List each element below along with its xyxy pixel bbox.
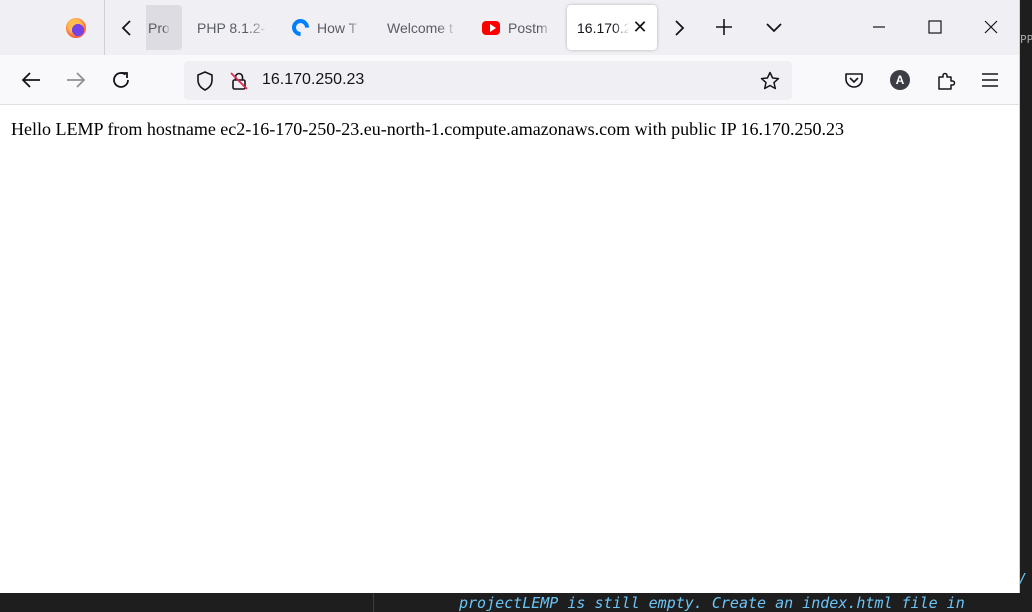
terminal-divider — [373, 593, 374, 612]
youtube-icon — [482, 19, 500, 37]
tab-label: Postm — [508, 19, 548, 36]
chevron-down-icon — [766, 23, 782, 33]
close-icon — [984, 20, 998, 34]
tracking-protection-shield-icon[interactable] — [194, 70, 216, 92]
address-bar[interactable]: 16.170.250.23 — [184, 61, 792, 100]
page-content: Hello LEMP from hostname ec2-16-170-250-… — [0, 106, 1019, 593]
account-button[interactable]: A — [889, 69, 911, 91]
tab-php[interactable]: PHP 8.1.2- — [197, 5, 269, 50]
maximize-window-button[interactable] — [922, 14, 948, 40]
terminal-right-edge-text: PP — [1020, 33, 1032, 46]
pocket-icon — [845, 73, 863, 88]
pocket-button[interactable] — [843, 69, 865, 91]
navigation-toolbar: 16.170.250.23 A — [0, 55, 1019, 105]
digitalocean-icon — [291, 15, 313, 40]
tab-label: Welcome t — [387, 19, 453, 36]
plus-icon — [716, 19, 732, 35]
tab-label: Pro — [148, 19, 170, 36]
insecure-lock-icon[interactable] — [228, 70, 250, 92]
app-menu-button[interactable] — [979, 69, 1001, 91]
maximize-icon — [928, 20, 942, 34]
scroll-tabs-left-button[interactable] — [115, 16, 139, 40]
terminal-right-edge — [1020, 0, 1032, 612]
minimize-icon — [873, 26, 885, 28]
extensions-button[interactable] — [934, 69, 958, 93]
chevron-right-icon — [675, 20, 685, 36]
back-button[interactable] — [18, 67, 44, 93]
arrow-right-icon — [67, 72, 86, 88]
bookmark-star-icon[interactable] — [759, 70, 781, 92]
tab-postman[interactable]: Postm — [482, 5, 554, 50]
arrow-left-icon — [21, 72, 40, 88]
url-text[interactable]: 16.170.250.23 — [262, 71, 364, 89]
hamburger-menu-icon — [982, 73, 998, 87]
close-window-button[interactable] — [978, 14, 1004, 40]
tab-welcome[interactable]: Welcome t — [387, 5, 459, 50]
tab-how-to[interactable]: How T — [291, 5, 363, 50]
tab-label: 16.170.2 — [577, 19, 629, 36]
new-tab-button[interactable] — [711, 14, 737, 40]
tab-label: PHP 8.1.2- — [197, 19, 266, 36]
tab-active[interactable]: 16.170.2 ✕ — [567, 5, 657, 50]
terminal-output-line: projectLEMP is still empty. Create an in… — [459, 594, 965, 612]
puzzle-piece-icon — [938, 72, 956, 90]
forward-button[interactable] — [63, 67, 89, 93]
tab-label: How T — [317, 19, 358, 36]
scroll-tabs-right-button[interactable] — [667, 16, 691, 40]
list-all-tabs-button[interactable] — [761, 15, 787, 41]
close-tab-icon[interactable]: ✕ — [629, 16, 651, 38]
avatar: A — [890, 70, 910, 90]
reload-button[interactable] — [108, 67, 134, 93]
chevron-left-icon — [121, 20, 131, 36]
page-body-text: Hello LEMP from hostname ec2-16-170-250-… — [11, 119, 844, 139]
minimize-window-button[interactable] — [866, 14, 892, 40]
tab-pro[interactable]: Pro — [146, 5, 182, 50]
tab-strip: Pro PHP 8.1.2- How T Welcome t Postm 16.… — [0, 0, 1019, 55]
reload-icon — [113, 72, 129, 88]
tabstrip-divider — [104, 0, 105, 55]
firefox-logo-icon[interactable] — [66, 18, 86, 38]
browser-window: Pro PHP 8.1.2- How T Welcome t Postm 16.… — [0, 0, 1020, 593]
